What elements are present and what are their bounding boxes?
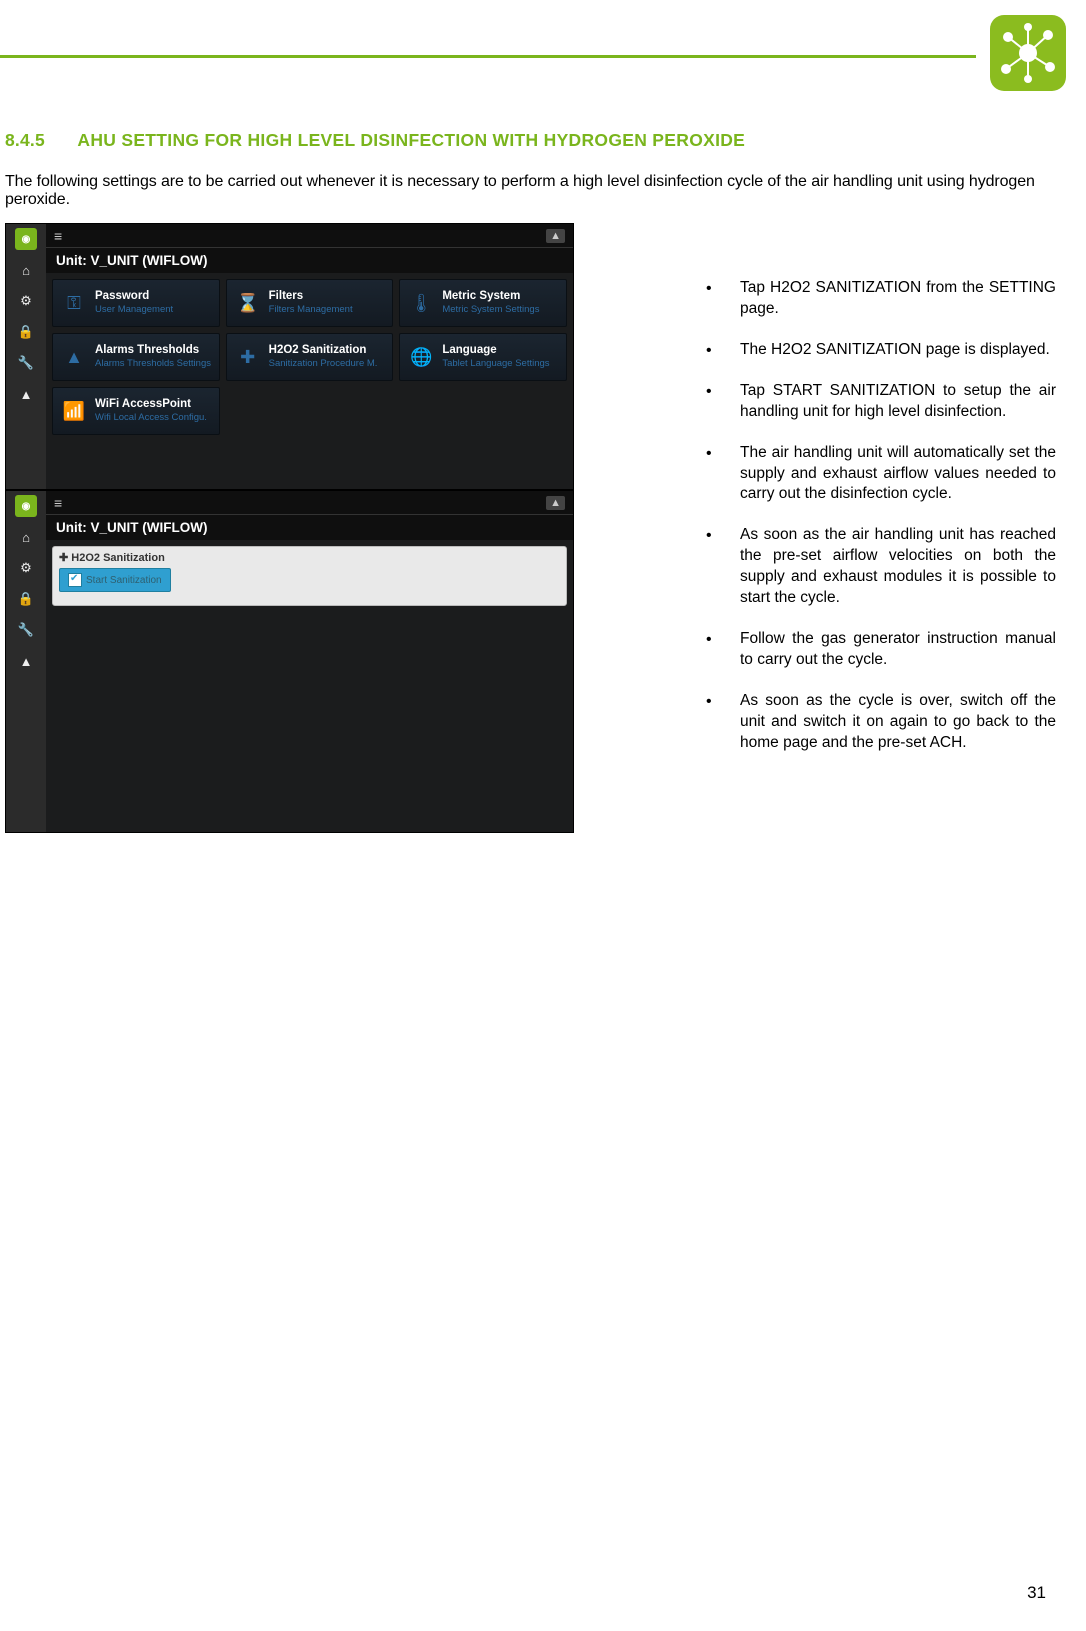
list-item: The air handling unit will automatically… bbox=[700, 443, 1056, 506]
medkit-icon: ✚ bbox=[59, 552, 71, 564]
lock-icon: 🔒 bbox=[15, 588, 37, 610]
section-heading: 8.4.5 AHU SETTING FOR HIGH LEVEL DISINFE… bbox=[5, 130, 1056, 151]
home-icon: ⌂ bbox=[15, 259, 37, 281]
tile-subtitle: Metric System Settings bbox=[442, 305, 560, 315]
tile-subtitle: Wifi Local Access Configu. bbox=[95, 413, 213, 423]
intro-paragraph: The following settings are to be carried… bbox=[5, 173, 1056, 209]
sanitization-screenshot: ◉ ⌂ ⚙ 🔒 🔧 ▲ ≡ ▲ Unit: V_UNIT (WIFLOW) bbox=[5, 490, 574, 833]
tile-alarms-thresholds: ▲ Alarms Thresholds Alarms Thresholds Se… bbox=[52, 333, 220, 381]
tile-title: Metric System bbox=[442, 290, 560, 303]
tile-title: Alarms Thresholds bbox=[95, 344, 213, 357]
wrench-icon: 🔧 bbox=[15, 352, 37, 374]
unit-header: Unit: V_UNIT (WIFLOW) bbox=[46, 515, 573, 540]
list-item: Tap H2O2 SANITIZATION from the SETTING p… bbox=[700, 278, 1056, 320]
settings-tiles-grid: ⚿ Password User Management ⌛ Filters Fil… bbox=[46, 273, 573, 441]
page-number: 31 bbox=[1027, 1583, 1046, 1603]
section-number: 8.4.5 bbox=[5, 130, 45, 151]
unit-header: Unit: V_UNIT (WIFLOW) bbox=[46, 248, 573, 273]
tile-language: 🌐 Language Tablet Language Settings bbox=[399, 333, 567, 381]
warning-icon: ▲ bbox=[15, 650, 37, 672]
tile-password: ⚿ Password User Management bbox=[52, 279, 220, 327]
hourglass-icon: ⌛ bbox=[227, 280, 269, 326]
tile-title: Language bbox=[442, 344, 560, 357]
tile-title: WiFi AccessPoint bbox=[95, 398, 213, 411]
section-title: AHU SETTING FOR HIGH LEVEL DISINFECTION … bbox=[77, 130, 745, 150]
tile-metric-system: 🌡 Metric System Metric System Settings bbox=[399, 279, 567, 327]
warning-icon: ▲ bbox=[15, 383, 37, 405]
wifi-icon: 📶 bbox=[53, 388, 95, 434]
notification-icon: ▲ bbox=[546, 229, 565, 243]
start-sanitization-button: Start Sanitization bbox=[59, 568, 171, 592]
checkbox-icon bbox=[68, 573, 82, 587]
screenshot-sidebar: ◉ ⌂ ⚙ 🔒 🔧 ▲ bbox=[6, 224, 46, 489]
screenshot-topbar: ≡ ▲ bbox=[46, 491, 573, 515]
panel-title: ✚ H2O2 Sanitization bbox=[59, 551, 560, 564]
screenshot-topbar: ≡ ▲ bbox=[46, 224, 573, 248]
header-rule bbox=[0, 55, 976, 58]
list-item: Follow the gas generator instruction man… bbox=[700, 629, 1056, 671]
tile-subtitle: Alarms Thresholds Settings bbox=[95, 359, 213, 369]
gears-icon: ⚙ bbox=[15, 557, 37, 579]
key-icon: ⚿ bbox=[53, 280, 95, 326]
tile-wifi-accesspoint: 📶 WiFi AccessPoint Wifi Local Access Con… bbox=[52, 387, 220, 435]
wrench-icon: 🔧 bbox=[15, 619, 37, 641]
list-item: The H2O2 SANITIZATION page is displayed. bbox=[700, 340, 1056, 361]
tile-subtitle: User Management bbox=[95, 305, 213, 315]
tile-title: Password bbox=[95, 290, 213, 303]
thermometer-icon: 🌡 bbox=[400, 280, 442, 326]
settings-screenshot: ◉ ⌂ ⚙ 🔒 🔧 ▲ ≡ ▲ Unit: V_UNIT (WIFLOW) bbox=[5, 223, 574, 490]
sanitization-panel: ✚ H2O2 Sanitization Start Sanitization bbox=[52, 546, 567, 606]
unit-label: Unit: V_UNIT (WIFLOW) bbox=[56, 253, 207, 268]
app-logo-icon: ◉ bbox=[15, 495, 37, 517]
list-item: As soon as the cycle is over, switch off… bbox=[700, 691, 1056, 754]
app-logo-icon: ◉ bbox=[15, 228, 37, 250]
list-item: As soon as the air handling unit has rea… bbox=[700, 525, 1056, 609]
menu-icon: ≡ bbox=[54, 228, 62, 244]
medkit-icon: ✚ bbox=[227, 334, 269, 380]
lock-icon: 🔒 bbox=[15, 321, 37, 343]
tile-subtitle: Tablet Language Settings bbox=[442, 359, 560, 369]
button-label: Start Sanitization bbox=[86, 575, 162, 586]
brand-logo-icon bbox=[990, 15, 1066, 91]
tile-title: H2O2 Sanitization bbox=[269, 344, 387, 357]
tile-filters: ⌛ Filters Filters Management bbox=[226, 279, 394, 327]
instruction-list: Tap H2O2 SANITIZATION from the SETTING p… bbox=[700, 223, 1056, 833]
menu-icon: ≡ bbox=[54, 495, 62, 511]
alarm-icon: ▲ bbox=[53, 334, 95, 380]
tile-title: Filters bbox=[269, 290, 387, 303]
tile-h2o2-sanitization: ✚ H2O2 Sanitization Sanitization Procedu… bbox=[226, 333, 394, 381]
tile-subtitle: Filters Management bbox=[269, 305, 387, 315]
globe-icon: 🌐 bbox=[400, 334, 442, 380]
gears-icon: ⚙ bbox=[15, 290, 37, 312]
list-item: Tap START SANITIZATION to setup the air … bbox=[700, 381, 1056, 423]
unit-label: Unit: V_UNIT (WIFLOW) bbox=[56, 520, 207, 535]
tile-subtitle: Sanitization Procedure M. bbox=[269, 359, 387, 369]
notification-icon: ▲ bbox=[546, 496, 565, 510]
screenshot-sidebar: ◉ ⌂ ⚙ 🔒 🔧 ▲ bbox=[6, 491, 46, 832]
home-icon: ⌂ bbox=[15, 526, 37, 548]
